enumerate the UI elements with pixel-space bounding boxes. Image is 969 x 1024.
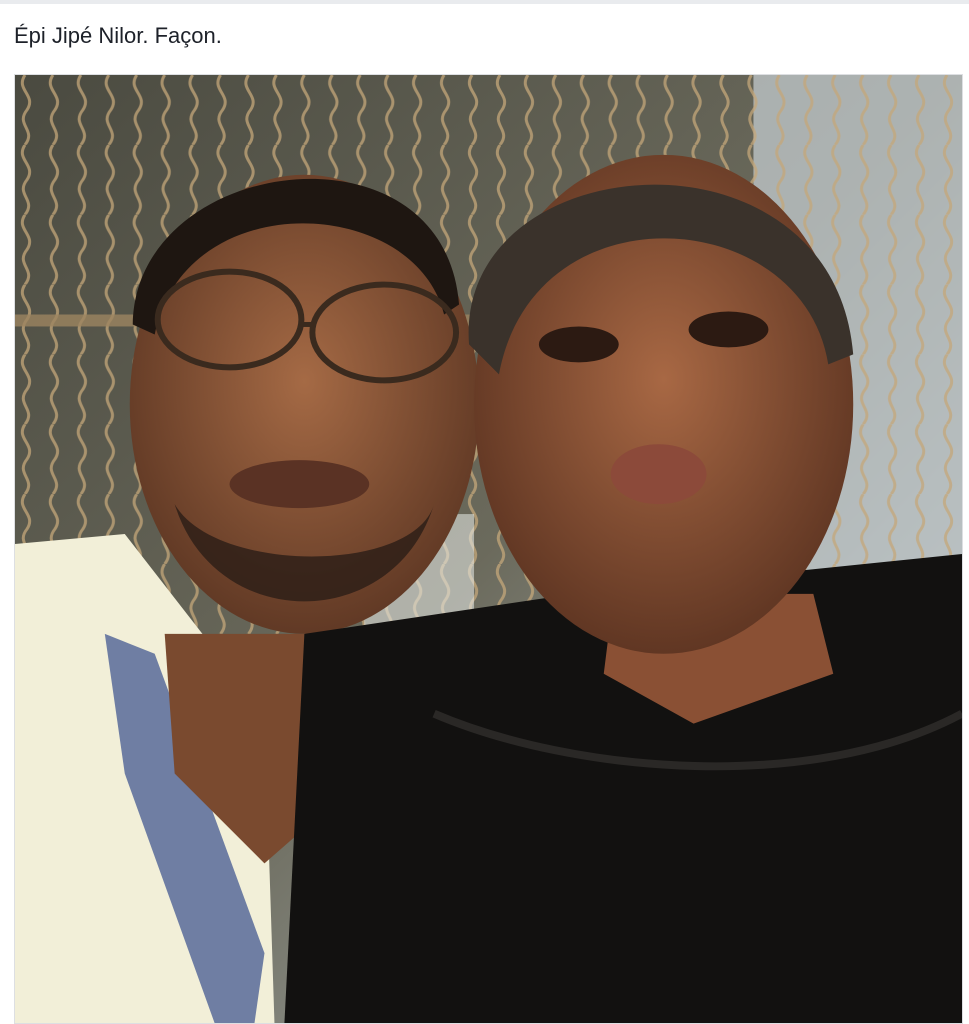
- post-card: Épi Jipé Nilor. Façon.: [0, 0, 969, 1024]
- post-photo[interactable]: [14, 74, 963, 1024]
- post-caption: Épi Jipé Nilor. Façon.: [14, 23, 222, 48]
- top-divider: [0, 0, 969, 4]
- selfie-image: [15, 75, 962, 1023]
